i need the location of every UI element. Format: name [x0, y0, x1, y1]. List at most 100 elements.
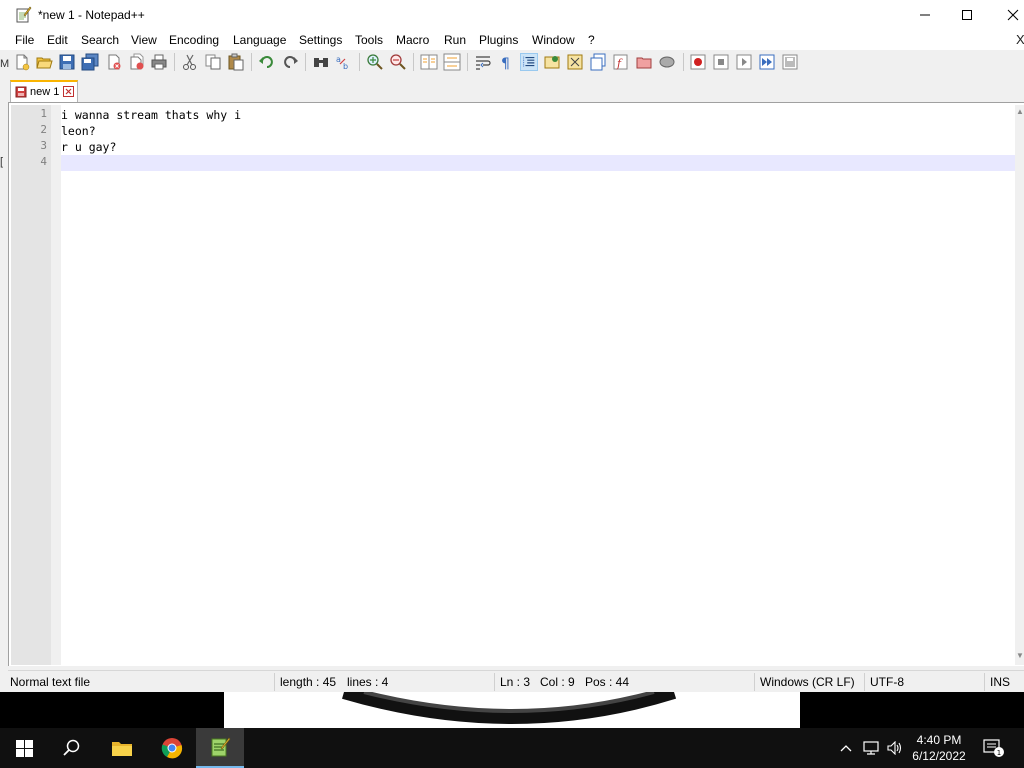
menu-help[interactable]: ?: [588, 33, 595, 47]
menu-window[interactable]: Window: [532, 33, 575, 47]
sync-horizontal-icon[interactable]: [443, 53, 461, 71]
close-button[interactable]: [990, 0, 1024, 30]
current-code-line[interactable]: [61, 155, 1015, 171]
status-bar: Normal text file length : 45 lines : 4 L…: [8, 670, 1024, 692]
menu-settings[interactable]: Settings: [299, 33, 342, 47]
status-encoding[interactable]: UTF-8: [868, 671, 904, 693]
status-divider: [984, 673, 985, 691]
vertical-scrollbar[interactable]: ▲ ▼: [1015, 105, 1024, 665]
toolbar-separator: [683, 53, 684, 71]
menu-view[interactable]: View: [131, 33, 157, 47]
start-button[interactable]: [0, 728, 48, 768]
clock-time: 4:40 PM: [916, 733, 962, 747]
doc-list-icon[interactable]: [589, 53, 607, 71]
close-document-button[interactable]: X: [1016, 32, 1024, 47]
record-macro-icon[interactable]: [689, 53, 707, 71]
line-number: 1: [40, 107, 47, 120]
status-insert-mode[interactable]: INS: [988, 671, 1010, 693]
text-editor[interactable]: i wanna stream thats why i leon? r u gay…: [61, 105, 1015, 665]
status-divider: [864, 673, 865, 691]
menu-tools[interactable]: Tools: [355, 33, 383, 47]
tab-new-1[interactable]: new 1: [10, 80, 78, 102]
search-button[interactable]: [48, 728, 96, 768]
redo-icon[interactable]: [281, 53, 299, 71]
status-position: Pos : 44: [585, 675, 630, 689]
title-bar[interactable]: *new 1 - Notepad++: [0, 0, 1024, 30]
scroll-down-arrow-icon[interactable]: ▼: [1016, 651, 1024, 661]
sync-vertical-icon[interactable]: [420, 53, 438, 71]
chrome-button[interactable]: [148, 728, 196, 768]
menu-macro[interactable]: Macro: [396, 33, 429, 47]
left-edge-mark: [: [0, 156, 4, 168]
save-all-icon[interactable]: [81, 53, 99, 71]
find-icon[interactable]: [312, 53, 330, 71]
system-clock[interactable]: 4:40 PM 6/12/2022: [900, 732, 978, 764]
close-all-icon[interactable]: [128, 53, 146, 71]
menu-plugins[interactable]: Plugins: [479, 33, 518, 47]
close-icon[interactable]: [105, 53, 123, 71]
desktop-background: [0, 692, 1024, 728]
svg-text:b: b: [343, 62, 348, 71]
udl-icon[interactable]: [543, 53, 561, 71]
windows-logo-icon: [15, 739, 33, 757]
menu-search[interactable]: Search: [81, 33, 119, 47]
maximize-button[interactable]: [944, 0, 990, 30]
fold-margin[interactable]: [51, 105, 61, 665]
wallpaper-arc-shape: [342, 692, 677, 724]
monitoring-icon[interactable]: [658, 53, 676, 71]
menu-language[interactable]: Language: [233, 33, 286, 47]
status-eol-format[interactable]: Windows (CR LF): [758, 671, 855, 693]
indent-guide-icon[interactable]: [520, 53, 538, 71]
menu-run[interactable]: Run: [444, 33, 466, 47]
file-explorer-button[interactable]: [98, 728, 146, 768]
menu-edit[interactable]: Edit: [47, 33, 68, 47]
code-line[interactable]: leon?: [61, 123, 1015, 139]
taskbar: 4:40 PM 6/12/2022 1: [0, 728, 1024, 768]
function-list-icon[interactable]: f: [612, 53, 630, 71]
cut-icon[interactable]: [181, 53, 199, 71]
new-file-icon[interactable]: [13, 53, 31, 71]
show-hidden-icons-button[interactable]: [836, 728, 856, 768]
menu-encoding[interactable]: Encoding: [169, 33, 219, 47]
doc-map-icon[interactable]: [566, 53, 584, 71]
stop-record-icon[interactable]: [712, 53, 730, 71]
run-macro-multiple-icon[interactable]: [758, 53, 776, 71]
status-divider: [754, 673, 755, 691]
notification-count: 1: [997, 749, 1001, 757]
line-number: 3: [40, 139, 47, 152]
notepad-plus-plus-taskbar-button[interactable]: [196, 728, 244, 768]
notification-icon: 1: [983, 739, 1004, 757]
undo-icon[interactable]: [258, 53, 276, 71]
unsaved-file-icon: [15, 86, 27, 98]
copy-icon[interactable]: [204, 53, 222, 71]
network-tray-button[interactable]: [860, 728, 882, 768]
tab-close-icon[interactable]: [63, 86, 74, 97]
toolbar-separator: [305, 53, 306, 71]
replace-icon[interactable]: ab: [335, 53, 353, 71]
folder-workspace-icon[interactable]: [635, 53, 653, 71]
status-divider: [274, 673, 275, 691]
zoom-in-icon[interactable]: [366, 53, 384, 71]
paste-icon[interactable]: [227, 53, 245, 71]
chrome-icon: [161, 738, 183, 759]
open-file-icon[interactable]: [35, 53, 53, 71]
code-line[interactable]: r u gay?: [61, 139, 1015, 155]
window-title: *new 1 - Notepad++: [38, 8, 145, 22]
menu-file[interactable]: File: [15, 33, 34, 47]
show-all-chars-icon[interactable]: ¶: [497, 53, 515, 71]
svg-text:¶: ¶: [501, 56, 510, 71]
document-tab-bar: new 1: [0, 78, 1024, 102]
print-icon[interactable]: [150, 53, 168, 71]
toolbar-separator: [413, 53, 414, 71]
status-file-type: Normal text file: [10, 675, 91, 689]
playback-icon[interactable]: [735, 53, 753, 71]
action-center-button[interactable]: 1: [980, 728, 1008, 768]
zoom-out-icon[interactable]: [389, 53, 407, 71]
save-macro-icon[interactable]: [781, 53, 799, 71]
word-wrap-icon[interactable]: [474, 53, 492, 71]
notepad-plus-plus-app-icon: [16, 6, 32, 23]
code-line[interactable]: i wanna stream thats why i: [61, 107, 1015, 123]
minimize-button[interactable]: [902, 0, 948, 30]
save-icon[interactable]: [58, 53, 76, 71]
scroll-up-arrow-icon[interactable]: ▲: [1016, 107, 1024, 117]
